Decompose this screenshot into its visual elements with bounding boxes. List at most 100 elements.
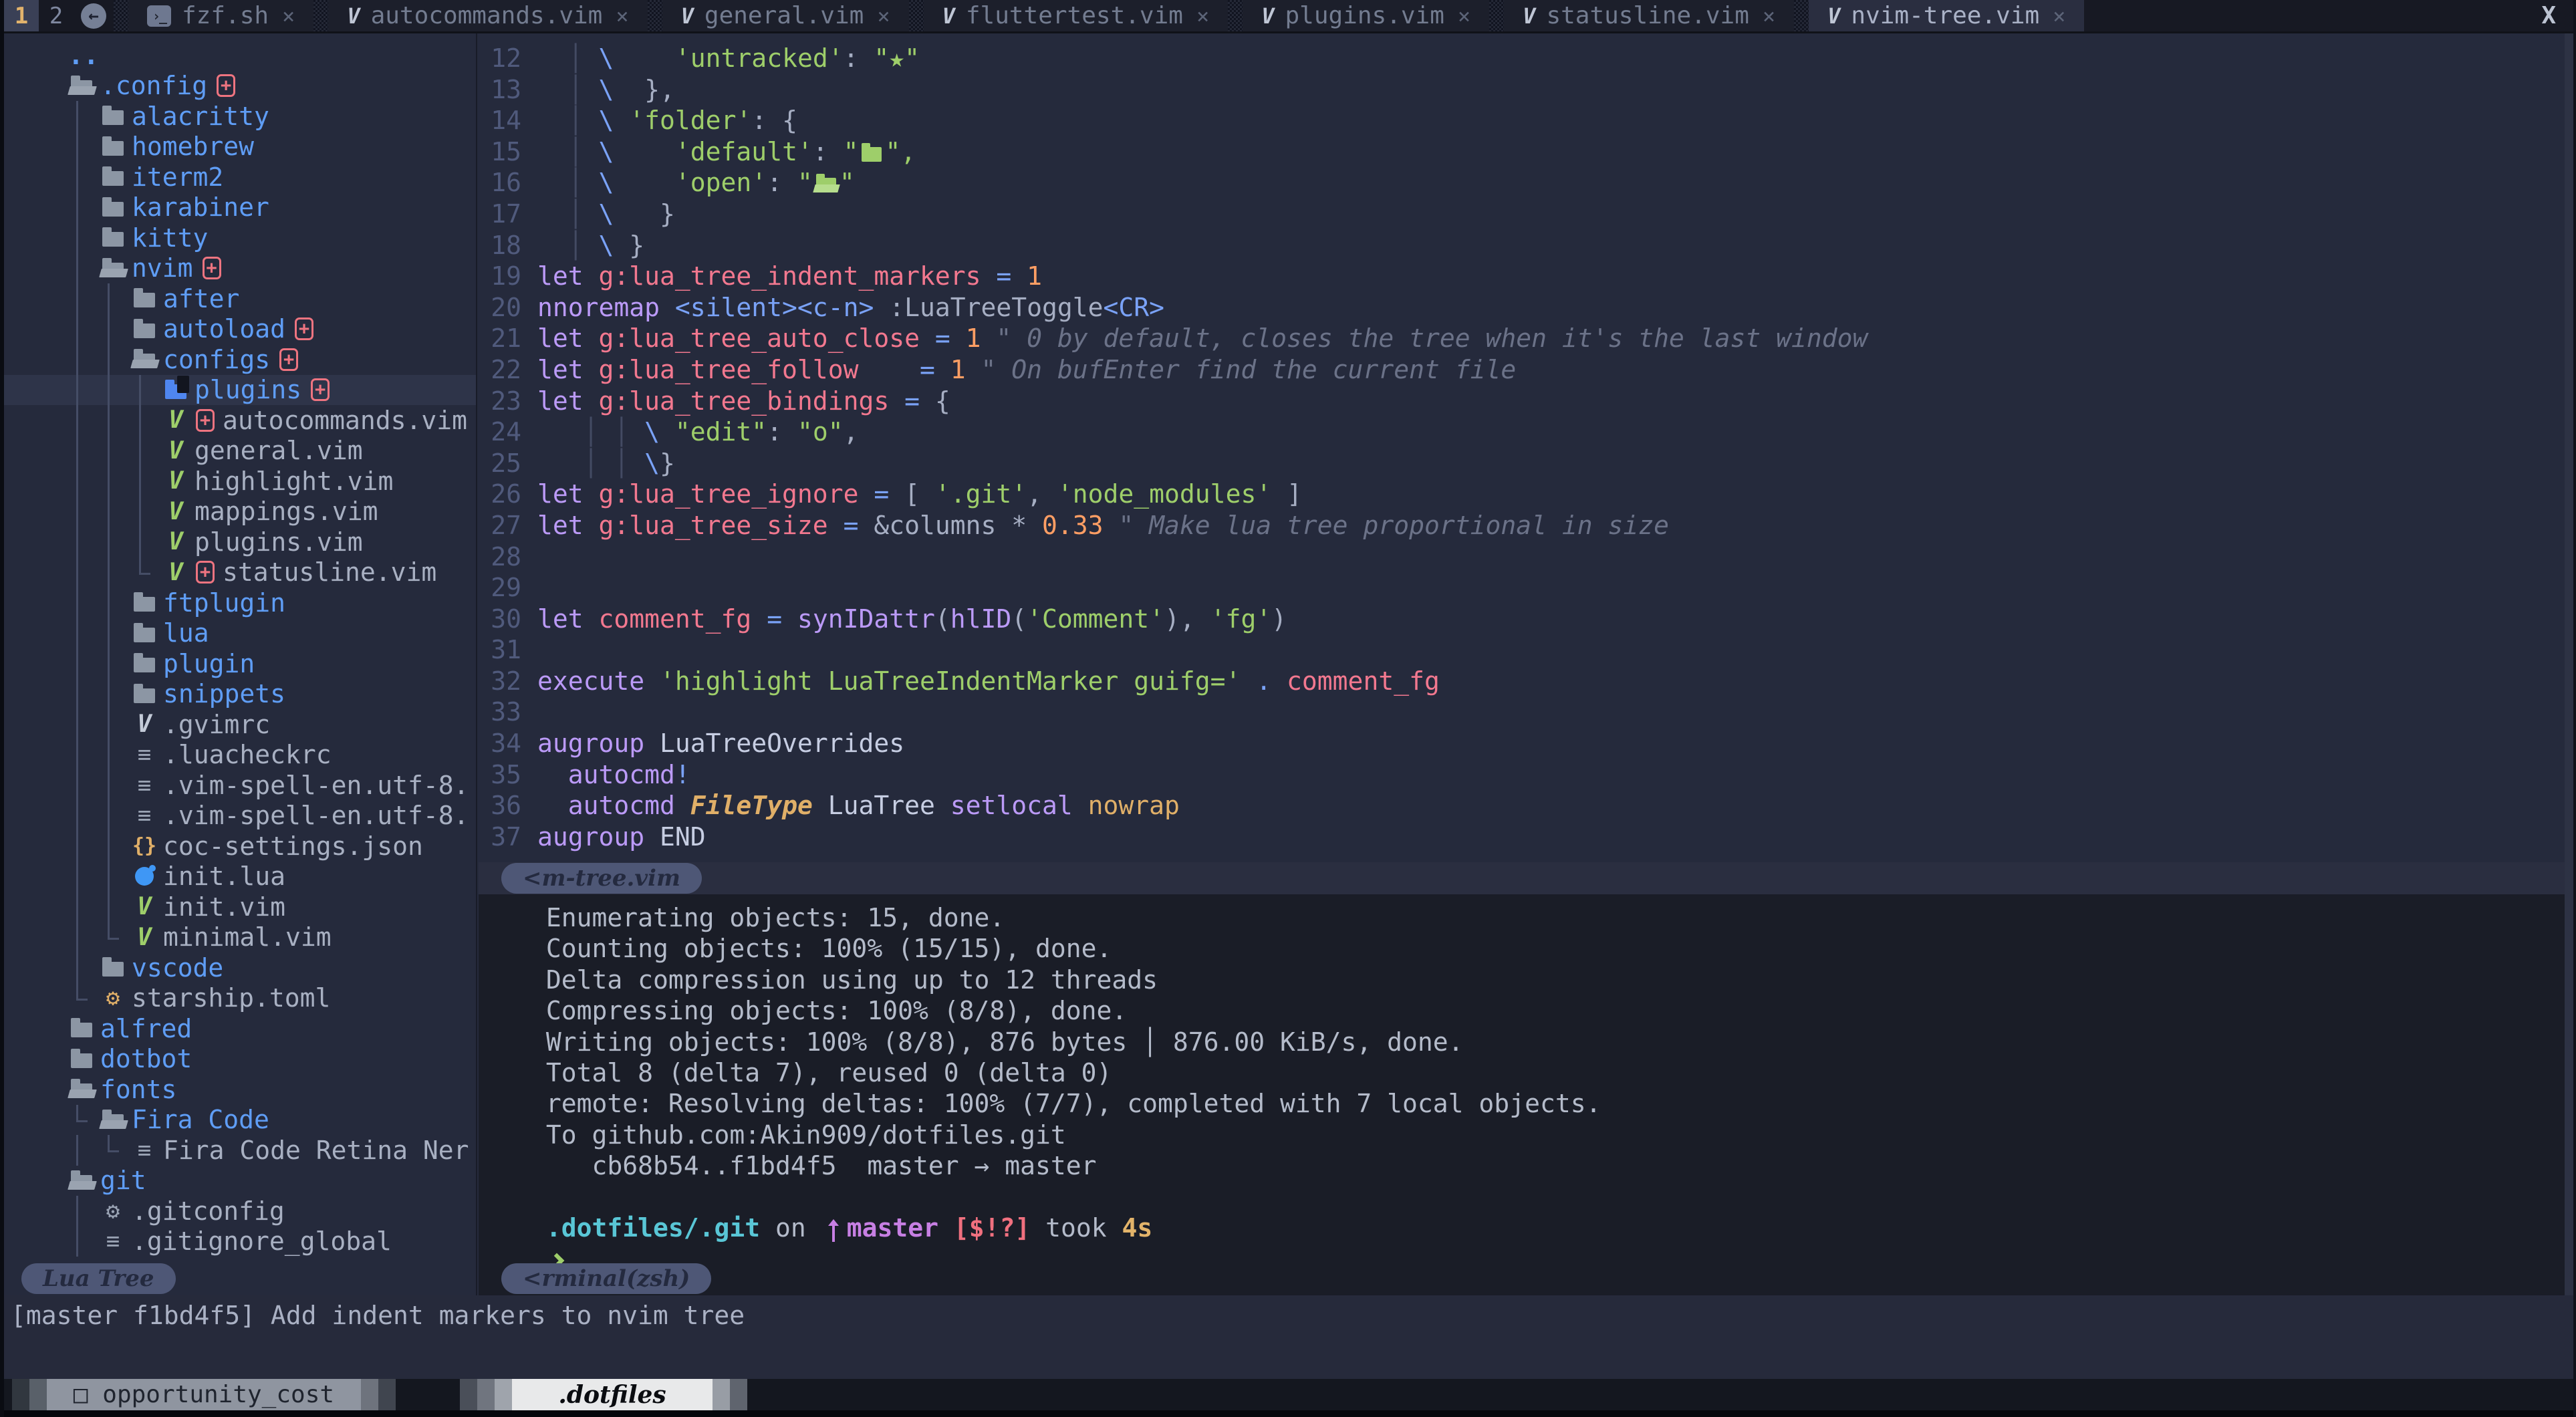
tree-item-label: karabiner (132, 192, 269, 222)
tree-item-homebrew[interactable]: homebrew (4, 132, 476, 162)
terminal-pane[interactable]: Enumerating objects: 15, done. Counting … (479, 894, 2573, 1295)
tree-item-lua[interactable]: lua (4, 618, 476, 649)
tab-statusline.vim[interactable]: Vstatusline.vim× (1504, 0, 1794, 31)
tab-fzf.sh[interactable]: ›_fzf.sh× (128, 0, 313, 31)
tree-item-statusline.vim[interactable]: V+statusline.vim (4, 557, 476, 588)
tree-item-label: alacritty (132, 102, 269, 131)
code-line: 16 │ \ 'open': "" (479, 167, 2573, 199)
app-window: 1 2 ← ›_fzf.sh×Vautocommands.vim×Vgenera… (0, 0, 2576, 1417)
code-token (614, 43, 675, 73)
indent-guide (100, 740, 131, 771)
tree-item-kitty[interactable]: kitty (4, 223, 476, 253)
tree-item-configs[interactable]: configs+ (4, 344, 476, 375)
tree-item-fira-code[interactable]: Fira Code (4, 1105, 476, 1136)
tree-item-alfred[interactable]: alfred (4, 1013, 476, 1044)
close-all-icon[interactable]: X (2541, 0, 2573, 31)
tree-item-mappings.vim[interactable]: Vmappings.vim (4, 497, 476, 527)
tab-nvim-tree.vim[interactable]: Vnvim-tree.vim× (1809, 0, 2084, 31)
tree-item-git[interactable]: git (4, 1166, 476, 1196)
tree-item-iterm2[interactable]: iterm2 (4, 162, 476, 192)
tree-item-starship.toml[interactable]: ⚙starship.toml (4, 983, 476, 1014)
tab-autocommands.vim[interactable]: Vautocommands.vim× (328, 0, 647, 31)
tree-item-.gitignore-global[interactable]: ≡.gitignore_global (4, 1227, 476, 1257)
tree-item-.config[interactable]: .config+ (4, 71, 476, 102)
tree-item-karabiner[interactable]: karabiner (4, 192, 476, 223)
file-tree-sidebar[interactable]: ...config+alacrittyhomebrewiterm2karabin… (4, 33, 477, 1295)
tree-item-dotbot[interactable]: dotbot (4, 1044, 476, 1075)
tab-close-icon[interactable]: × (616, 3, 628, 29)
tree-item-snippets[interactable]: snippets (4, 679, 476, 710)
tree-item-plugins[interactable]: plugins+ (4, 375, 476, 406)
tree-item-fira-code-retina-ner[interactable]: ≡Fira Code Retina Ner (4, 1135, 476, 1166)
line-number: 37 (479, 821, 521, 853)
tree-item-.vim-spell-en.utf-8.[interactable]: ≡.vim-spell-en.utf-8. (4, 770, 476, 801)
folder-icon (131, 619, 158, 647)
tab-separator (648, 0, 662, 31)
code-token: ), (1164, 604, 1210, 634)
tab-close-icon[interactable]: × (1763, 3, 1775, 29)
tree-item-after[interactable]: after (4, 283, 476, 314)
indent-guide (131, 436, 162, 467)
code-token: " (840, 168, 855, 197)
tree-item-fonts[interactable]: fonts (4, 1074, 476, 1105)
tree-item-autoload[interactable]: autoload+ (4, 314, 476, 345)
tree-item-nvim[interactable]: nvim+ (4, 253, 476, 284)
tab-plugins.vim[interactable]: Vplugins.vim× (1243, 0, 1489, 31)
tree-item-general.vim[interactable]: Vgeneral.vim (4, 436, 476, 467)
code-token: "edit" (675, 417, 767, 446)
line-number: 31 (479, 634, 521, 666)
tab-close-icon[interactable]: × (1196, 3, 1209, 29)
tab-close-icon[interactable]: × (2053, 3, 2065, 29)
tab-close-icon[interactable]: × (877, 3, 890, 29)
indent-guide (68, 801, 100, 831)
code-line: 26let g:lua_tree_ignore = [ '.git', 'nod… (479, 479, 2573, 510)
editor-pane[interactable]: 12 │ \ 'untracked': "★"13 │ \ },14 │ \ '… (479, 33, 2573, 862)
tree-item-alacritty[interactable]: alacritty (4, 101, 476, 132)
code-token: g:lua_tree_size (584, 511, 828, 540)
tree-item-.gvimrc[interactable]: V.gvimrc (4, 709, 476, 740)
tab-general.vim[interactable]: Vgeneral.vim× (662, 0, 909, 31)
code-line: 15 │ \ 'default': "", (479, 136, 2573, 168)
code-token: augroup (537, 822, 644, 852)
tree-item-..[interactable]: .. (4, 40, 476, 71)
tab-label: autocommands.vim (371, 2, 603, 29)
tree-item-.luacheckrc[interactable]: ≡.luacheckrc (4, 740, 476, 771)
tree-item-autocommands.vim[interactable]: V+autocommands.vim (4, 405, 476, 436)
tree-item-highlight.vim[interactable]: Vhighlight.vim (4, 466, 476, 497)
tree-item-plugin[interactable]: plugin (4, 648, 476, 679)
code-line: 30let comment_fg = synIDattr(hlID('Comme… (479, 604, 2573, 635)
tree-item-init.vim[interactable]: Vinit.vim (4, 892, 476, 922)
tree-item-label: kitty (132, 223, 208, 253)
code-token: g:lua_tree_ignore (584, 479, 859, 509)
tree-item-.vim-spell-en.utf-8.[interactable]: ≡.vim-spell-en.utf-8. (4, 801, 476, 831)
tree-item-coc-settings.json[interactable]: {}coc-settings.json (4, 831, 476, 862)
code-token: = (828, 511, 859, 540)
tab-close-icon[interactable]: × (282, 3, 295, 29)
code-token (614, 168, 675, 197)
back-circle-icon[interactable]: ← (74, 0, 114, 31)
tree-item-minimal.vim[interactable]: Vminimal.vim (4, 922, 476, 953)
tab-page-2[interactable]: 2 (39, 0, 74, 31)
git-status-badge: + (311, 378, 330, 401)
tmux-window-dotfiles[interactable]: .dotfiles (512, 1379, 713, 1410)
tree-item-.gitconfig[interactable]: ⚙.gitconfig (4, 1196, 476, 1227)
tab-close-icon[interactable]: × (1458, 3, 1470, 29)
tree-item-vscode[interactable]: vscode (4, 952, 476, 983)
code-token: Compressing objects: 100% (8/8), done. (531, 996, 1127, 1025)
tmux-window-opportunity-cost[interactable]: □ opportunity_cost (47, 1379, 361, 1410)
code-line: 31 (479, 634, 2573, 666)
tmux-bar-segment (4, 1379, 12, 1410)
line-number: 29 (479, 572, 521, 604)
tree-item-init.lua[interactable]: init.lua (4, 862, 476, 892)
scrollbar[interactable] (2565, 33, 2573, 1295)
line-number: 35 (479, 759, 521, 791)
tree-item-ftplugin[interactable]: ftplugin (4, 588, 476, 618)
tab-fluttertest.vim[interactable]: Vfluttertest.vim× (924, 0, 1229, 31)
code-line: 32execute 'highlight LuaTreeIndentMarker… (479, 666, 2573, 697)
indent-guide (68, 253, 100, 284)
tab-label: statusline.vim (1546, 2, 1749, 29)
tab-page-1[interactable]: 1 (4, 0, 39, 31)
tree-item-label: autocommands.vim (223, 406, 467, 435)
tree-item-plugins.vim[interactable]: Vplugins.vim (4, 527, 476, 557)
indent-guide (68, 922, 100, 953)
